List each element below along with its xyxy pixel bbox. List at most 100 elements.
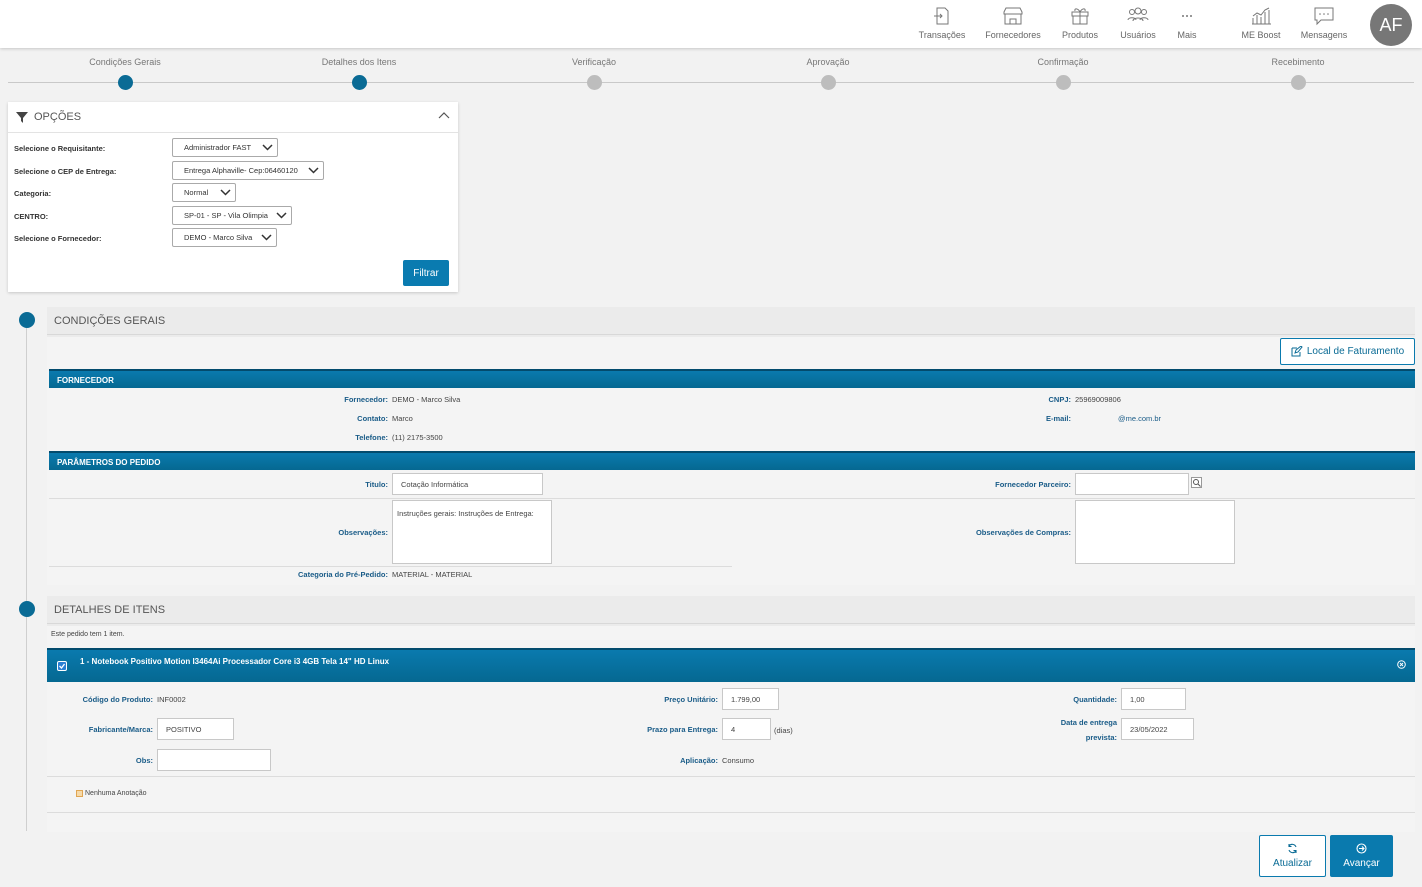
- cep-label: Selecione o CEP de Entrega:: [14, 167, 117, 176]
- avancar-button[interactable]: Avançar: [1330, 835, 1393, 877]
- row-divider: [47, 812, 1415, 813]
- step-dot: [1290, 75, 1306, 90]
- nav-mensagens[interactable]: Mensagens: [1292, 6, 1356, 44]
- aplicacao-label: Aplicação:: [680, 756, 718, 765]
- codigo-produto-label: Código do Produto:: [82, 695, 153, 704]
- stepper-line: [8, 82, 1414, 83]
- step-confirmacao[interactable]: Confirmação: [993, 54, 1133, 90]
- preco-unitario-input[interactable]: 1.799,00: [722, 688, 779, 710]
- cnpj-label: CNPJ:: [1048, 395, 1071, 404]
- nav-fornecedores[interactable]: Fornecedores: [981, 6, 1045, 44]
- email-value[interactable]: @me.com.br: [1118, 414, 1161, 423]
- prazo-entrega-label: Prazo para Entrega:: [647, 725, 718, 734]
- check-icon: [59, 663, 66, 669]
- arrow-circle-right-icon: [1356, 843, 1367, 854]
- fornecedor-label: Selecione o Fornecedor:: [14, 234, 102, 243]
- nav-label: Transações: [918, 30, 966, 40]
- chevron-up-icon[interactable]: [438, 111, 450, 121]
- titulo-input[interactable]: Cotação Informática: [392, 473, 543, 495]
- item-header[interactable]: 1 - Notebook Positivo Motion I3464Ai Pro…: [47, 648, 1415, 682]
- nav-me-boost[interactable]: ME Boost: [1229, 6, 1293, 44]
- step-dot: [117, 75, 133, 90]
- local-faturamento-button[interactable]: Local de Faturamento: [1280, 338, 1415, 365]
- nav-label: ME Boost: [1241, 30, 1281, 40]
- preco-unitario-label: Preço Unitário:: [664, 695, 718, 704]
- parametros-header: PARÂMETROS DO PEDIDO: [49, 451, 1415, 470]
- fornecedor-parceiro-label: Fornecedor Parceiro:: [995, 480, 1071, 489]
- timeline-dot: [19, 601, 35, 617]
- step-condicoes-gerais[interactable]: Condições Gerais: [55, 54, 195, 90]
- options-title: OPÇÕES: [34, 111, 82, 123]
- nav-produtos[interactable]: Produtos: [1048, 6, 1112, 44]
- row-divider: [49, 566, 732, 567]
- quantidade-input[interactable]: 1,00: [1121, 688, 1186, 710]
- step-label: Verificação: [571, 57, 617, 67]
- cnpj-value: 25969009806: [1075, 395, 1121, 404]
- data-entrega-label-2: prevista:: [1085, 733, 1117, 742]
- chevron-down-icon: [220, 189, 231, 196]
- observacoes-compras-textarea[interactable]: [1075, 500, 1235, 564]
- note-icon: [76, 790, 83, 797]
- step-label: Recebimento: [1271, 57, 1325, 67]
- item-count-text: Este pedido tem 1 item.: [51, 631, 125, 638]
- centro-select[interactable]: SP-01 - SP - Vila Olimpia: [172, 206, 292, 225]
- top-navbar: Transações Fornecedores Produtos Usuário…: [0, 0, 1422, 48]
- categoria-label: Categoria:: [14, 189, 52, 198]
- nav-transacoes[interactable]: Transações: [910, 6, 974, 44]
- row-divider: [47, 776, 1415, 777]
- nav-mais[interactable]: Mais: [1155, 6, 1219, 44]
- fornecedor-parceiro-input[interactable]: [1075, 473, 1189, 495]
- nav-label: Fornecedores: [985, 30, 1041, 40]
- step-aprovacao[interactable]: Aprovação: [758, 54, 898, 90]
- data-entrega-input[interactable]: 23/05/2022: [1121, 718, 1194, 740]
- step-dot: [820, 75, 836, 90]
- step-label: Condições Gerais: [89, 57, 161, 67]
- options-header[interactable]: OPÇÕES: [8, 102, 458, 133]
- categoria-select[interactable]: Normal: [172, 183, 236, 202]
- transactions-icon: [934, 7, 949, 25]
- obs-input[interactable]: [157, 749, 271, 771]
- chevron-down-icon: [261, 234, 272, 241]
- filtrar-button[interactable]: Filtrar: [403, 260, 449, 286]
- categoria-prepedido-label: Categoria do Pré-Pedido:: [297, 570, 388, 579]
- cep-select[interactable]: Entrega Alphaville- Cep:06460120: [172, 161, 324, 180]
- item-title: 1 - Notebook Positivo Motion I3464Ai Pro…: [80, 657, 390, 666]
- step-label: Confirmação: [1037, 57, 1089, 67]
- options-panel: OPÇÕES Selecione o Requisitante: Adminis…: [8, 102, 458, 292]
- aplicacao-value: Consumo: [722, 756, 755, 765]
- select-value: DEMO - Marco Silva: [184, 233, 253, 242]
- row-divider: [49, 498, 1415, 499]
- step-recebimento[interactable]: Recebimento: [1228, 54, 1368, 90]
- observacoes-textarea[interactable]: Instruções gerais: Instruções de Entrega…: [392, 500, 552, 564]
- fabricante-input[interactable]: POSITIVO: [157, 718, 234, 740]
- select-value: SP-01 - SP - Vila Olimpia: [184, 211, 268, 220]
- atualizar-button[interactable]: Atualizar: [1259, 835, 1326, 877]
- telefone-label: Telefone:: [355, 433, 388, 442]
- data-entrega-label: Data de entrega: [1060, 718, 1117, 727]
- prazo-entrega-input[interactable]: 4: [722, 718, 771, 740]
- select-value: Entrega Alphaville- Cep:06460120: [184, 166, 298, 175]
- requisitante-select[interactable]: Administrador FAST: [172, 138, 278, 157]
- timeline-dot: [19, 312, 35, 328]
- categoria-prepedido-value: MATERIAL - MATERIAL: [392, 570, 473, 579]
- step-verificacao[interactable]: Verificação: [524, 54, 664, 90]
- select-value: Normal: [184, 188, 209, 197]
- close-circle-icon[interactable]: [1397, 660, 1406, 669]
- progress-stepper: Condições Gerais Detalhes dos Itens Veri…: [8, 54, 1414, 94]
- button-label: Local de Faturamento: [1306, 346, 1405, 357]
- fornecedor-value: DEMO - Marco Silva: [392, 395, 461, 404]
- message-icon: [1314, 7, 1334, 26]
- fabricante-label: Fabricante/Marca:: [88, 725, 153, 734]
- step-detalhes-itens[interactable]: Detalhes dos Itens: [289, 54, 429, 90]
- store-icon: [1003, 7, 1023, 25]
- codigo-produto-value: INF0002: [157, 695, 186, 704]
- search-icon[interactable]: [1191, 477, 1202, 488]
- chevron-down-icon: [276, 212, 287, 219]
- anotacao-link[interactable]: Nenhuma Anotação: [85, 790, 147, 797]
- fornecedor-select[interactable]: DEMO - Marco Silva: [172, 228, 277, 247]
- obs-label: Obs:: [135, 756, 153, 765]
- avatar[interactable]: AF: [1370, 4, 1412, 46]
- nav-label: Mais: [1177, 30, 1197, 40]
- nav-label: Mensagens: [1300, 30, 1348, 40]
- item-checkbox[interactable]: [57, 661, 67, 671]
